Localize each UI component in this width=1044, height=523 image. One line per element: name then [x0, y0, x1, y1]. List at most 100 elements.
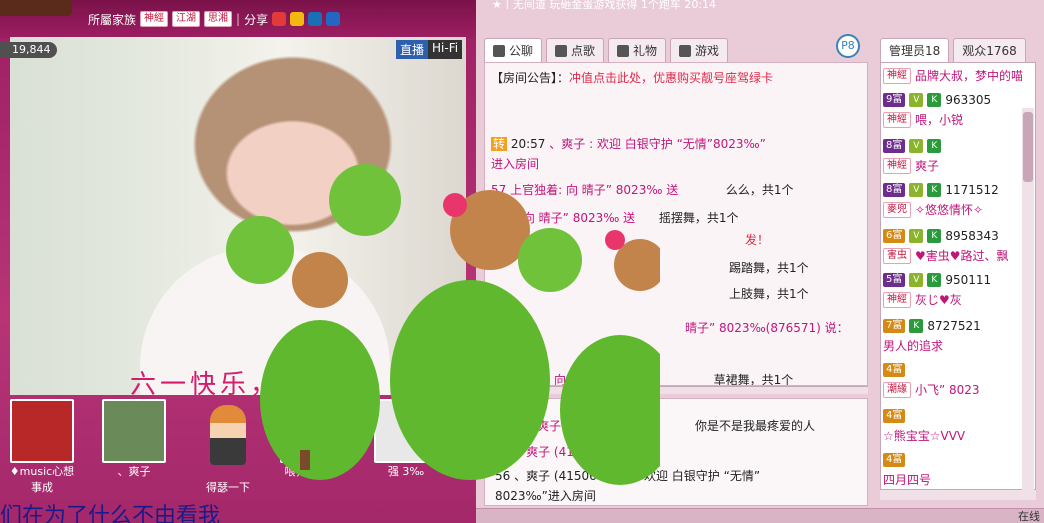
gift-thumb-1	[10, 399, 74, 463]
chat-message: 57 上官独着: 向 晴子” 8023‰ 送 么么，共1个	[491, 181, 794, 198]
user-name: 四月四号	[883, 473, 932, 487]
tab-gifts-label: 礼物	[633, 44, 658, 58]
announcement-link[interactable]: 冲值点击此处，优惠购买靓号座驾绿卡	[569, 71, 773, 85]
scrollbar-thumb[interactable]	[1023, 112, 1033, 182]
microphone-icon	[555, 44, 568, 57]
gift-thumb-4	[280, 399, 344, 463]
family-tag-3[interactable]: 思湘	[204, 11, 233, 27]
user-list[interactable]: 神經 品牌大叔，梦中的喵 9富 V K 963305 神經 喂，小锐 8富 V K 神經 爽子 …	[880, 62, 1036, 490]
message-tail: 摇摆舞，共1个	[658, 211, 739, 225]
tab-games[interactable]: 游戏	[670, 38, 729, 62]
chat-panel: ★丨无间道 玩砸金蛋游戏获得 1个跑车 20:14 公聊 点歌 礼物 游戏 P8…	[476, 0, 1044, 523]
list-item[interactable]: 神經 品牌大叔，梦中的喵	[883, 67, 1023, 84]
weibo-icon[interactable]	[272, 12, 287, 26]
user-id: 1171512	[945, 183, 999, 197]
user-tabs: 管理员18 观众1768	[880, 38, 1026, 62]
tab-gifts[interactable]: 礼物	[608, 38, 667, 62]
gift-card-5[interactable]: 强 3‰	[370, 399, 442, 487]
wealth-level: 4富	[883, 363, 906, 377]
family-tag-2[interactable]: 江湖	[172, 11, 201, 27]
wealth-level: 8富	[883, 139, 906, 153]
message-text: 57 上官独着: 向 晴子” 8023‰ 送	[491, 183, 679, 197]
gift-row: ♦music心想事成 、爽子 得瑟一下 喂，野性爷 强 3‰	[0, 397, 476, 507]
gift-name-4: 喂，野性爷	[284, 465, 340, 478]
gift-card-2[interactable]: 、爽子	[98, 399, 170, 487]
wealth-level: 7富	[883, 319, 906, 333]
k-icon: K	[927, 93, 942, 107]
online-status[interactable]: 在线	[1018, 508, 1040, 523]
k-icon: K	[927, 139, 942, 153]
user-tag: 神經	[883, 67, 911, 84]
tab-audience[interactable]: 观众1768	[953, 38, 1026, 62]
chat-bubble-icon	[493, 44, 505, 57]
user-name: 喂，小锐	[915, 113, 964, 127]
gift-card-4[interactable]: 喂，野性爷	[276, 399, 348, 487]
private-message: 56 、爽子 (41506756) 对	[495, 445, 641, 459]
list-item[interactable]: 5富 V K 950111 神經 灰じ♥灰	[883, 273, 991, 308]
user-id: 950111	[945, 273, 992, 287]
user-name: ☆熊宝宝☆VVV	[883, 429, 966, 443]
p8-badge[interactable]: P8	[836, 34, 860, 58]
viewer-count-badge: 19,844	[0, 42, 57, 58]
gift-name-1: ♦music心想事成	[9, 465, 75, 494]
private-message: 你是不是我最疼爱的人	[695, 419, 816, 433]
chat-scrollbar[interactable]	[484, 386, 868, 394]
k-icon: K	[909, 319, 924, 333]
gamepad-icon	[679, 44, 692, 57]
user-list-scrollbar[interactable]	[1022, 108, 1034, 490]
public-chat-log[interactable]: 【房间公告】：冲值点击此处，优惠购买靓号座驾绿卡 转 20:57 、爽子 : 欢…	[484, 62, 868, 386]
list-item[interactable]: 8富 V K 神經 爽子	[883, 139, 942, 174]
k-icon: K	[927, 229, 942, 243]
user-name: 男人的追求	[883, 339, 944, 353]
list-item[interactable]: 4富 潮緣 小飞” 8023	[883, 363, 980, 398]
wealth-level: 5富	[883, 273, 906, 287]
v-icon: V	[909, 273, 924, 287]
private-chat-log[interactable]: 爽子 (41 你是不是我最疼爱的人 56 、爽子 (41506756) 对 56…	[484, 398, 868, 506]
list-item[interactable]: 7富 K 8727521 男人的追求	[883, 319, 981, 354]
list-item[interactable]: 8富 V K 1171512 麥兜 ✧悠悠情怀✧	[883, 183, 999, 218]
family-tag-1[interactable]: 神經	[140, 11, 169, 27]
message-tail: 踢踏舞，共1个	[729, 261, 809, 275]
figure-icon	[210, 405, 246, 465]
user-tag: 神經	[883, 157, 911, 174]
list-item[interactable]: 4富 ☆熊宝宝☆VVV	[883, 409, 965, 444]
tab-games-label: 游戏	[695, 44, 720, 58]
gift-card-3[interactable]: 得瑟一下	[192, 405, 264, 494]
wealth-level: 4富	[883, 453, 906, 467]
pengyou-icon[interactable]	[308, 12, 323, 26]
list-item[interactable]: 9富 V K 963305 神經 喂，小锐	[883, 93, 991, 128]
v-icon: V	[909, 229, 924, 243]
user-list-hscrollbar[interactable]	[880, 490, 1036, 500]
user-name: 小飞” 8023	[915, 383, 980, 397]
message-text: 爽子: 向 晴子” 8023‰ 送	[491, 211, 636, 225]
tab-public-chat[interactable]: 公聊	[484, 38, 543, 62]
qzone-icon[interactable]	[290, 12, 305, 26]
list-item[interactable]: 6富 V K 8958343 害虫 ♥害虫♥路过、飘	[883, 229, 1009, 264]
list-item[interactable]: 4富 四月四号	[883, 453, 931, 488]
user-tag: 害虫	[883, 247, 911, 264]
badge-zhuan: 转	[491, 137, 508, 151]
tab-song-request-label: 点歌	[571, 44, 596, 58]
message-text: 晴子” 8023‰(876571) 说：	[685, 321, 849, 335]
tab-admins[interactable]: 管理员18	[880, 38, 950, 62]
video-overlay-text: 六一快乐， ，正	[130, 370, 353, 400]
gift-card-1[interactable]: ♦music心想事成	[6, 399, 78, 494]
chat-message: 进入房间	[491, 157, 540, 171]
gift-name-2: 、爽子	[117, 465, 151, 478]
live-video[interactable]	[10, 37, 466, 395]
v-icon: V	[909, 139, 924, 153]
baidu-icon[interactable]	[326, 12, 341, 26]
user-id: 8958343	[945, 229, 999, 243]
gift-thumb-2	[102, 399, 166, 463]
message-time: 20:57	[510, 137, 546, 151]
family-label: 所屬家族	[88, 12, 137, 27]
tab-song-request[interactable]: 点歌	[546, 38, 605, 62]
wealth-level: 6富	[883, 229, 906, 243]
chat-message: 58 、爽子: 向 草裙舞，共1个	[491, 371, 793, 385]
wealth-level: 8富	[883, 183, 906, 197]
message-tail: 么么，共1个	[725, 183, 794, 197]
gift-name-3: 得瑟一下	[206, 481, 250, 494]
anchor-avatar[interactable]	[0, 0, 72, 16]
user-tag: 麥兜	[883, 201, 911, 218]
wealth-level: 4富	[883, 409, 906, 423]
